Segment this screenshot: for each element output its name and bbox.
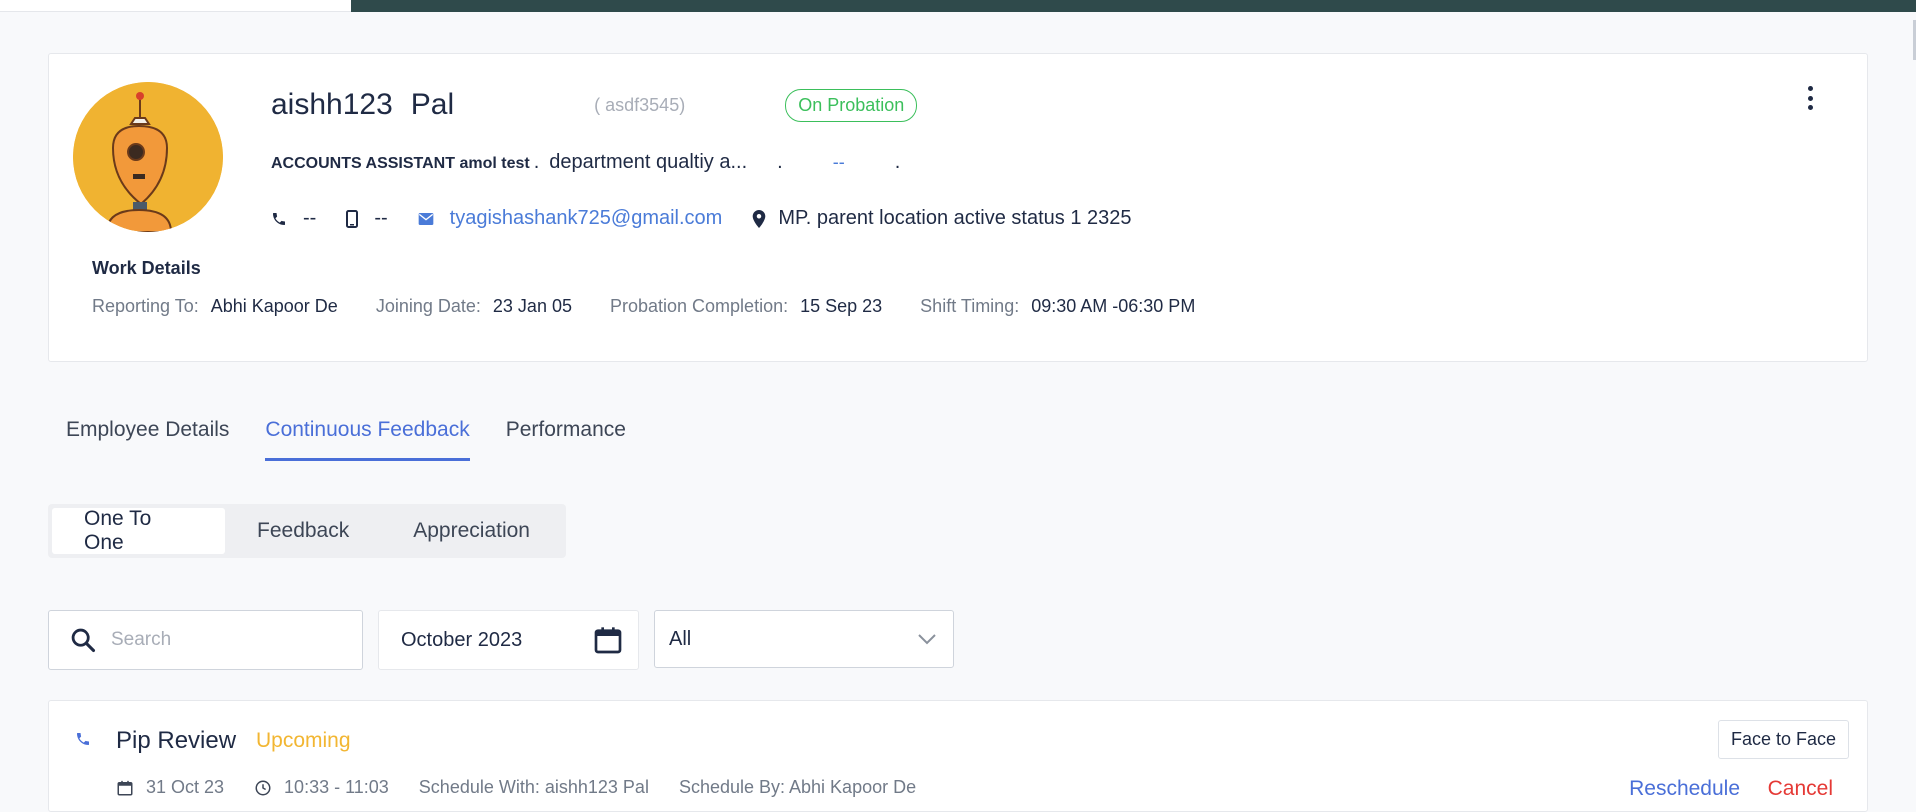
search-input[interactable] <box>111 629 341 651</box>
tab-performance[interactable]: Performance <box>506 418 626 461</box>
phone-value: -- <box>303 207 317 229</box>
email-item[interactable]: tyagishashank725@gmail.com <box>418 207 723 230</box>
probation-completion-label: Probation Completion: <box>609 296 789 316</box>
shift-timing-label: Shift Timing: <box>920 296 1020 316</box>
meeting-schedule-by: Schedule By: Abhi Kapoor De <box>678 777 917 797</box>
probation-completion-value: 15 Sep 23 <box>800 296 883 316</box>
reporting-to-label: Reporting To: <box>92 296 199 316</box>
month-picker[interactable]: October 2023 <box>378 610 639 670</box>
contact-row: -- -- tyagishashank725@gmail.com MP. par… <box>271 207 1162 230</box>
reporting-to-value: Abhi Kapoor De <box>210 296 338 316</box>
phone-item: -- <box>271 207 316 230</box>
status-badge: On Probation <box>785 88 918 122</box>
shift-timing: Shift Timing: 09:30 AM -06:30 PM <box>920 296 1195 317</box>
joining-date-label: Joining Date: <box>375 296 481 316</box>
joining-date: Joining Date: 23 Jan 05 <box>376 296 572 317</box>
reporting-to: Reporting To: Abhi Kapoor De <box>92 296 338 317</box>
extra-link[interactable]: -- <box>833 152 845 173</box>
joining-date-value: 23 Jan 05 <box>492 296 572 316</box>
mobile-value: -- <box>374 207 388 229</box>
meeting-schedule-with: Schedule With: aishh123 Pal <box>418 777 649 797</box>
tab-continuous-feedback[interactable]: Continuous Feedback <box>265 418 470 461</box>
phone-icon <box>77 733 89 745</box>
mobile-item: -- <box>346 207 388 230</box>
main-tabs: Employee Details Continuous Feedback Per… <box>66 418 662 461</box>
location-pin-icon <box>753 209 766 228</box>
location-value: MP. parent location active status 1 2325 <box>778 207 1132 229</box>
phone-icon <box>273 212 285 225</box>
meeting-date: 31 Oct 23 <box>116 777 224 798</box>
more-vertical-icon[interactable] <box>1805 86 1815 110</box>
work-details-row: Reporting To: Abhi Kapoor De Joining Dat… <box>92 296 1233 317</box>
probation-completion: Probation Completion: 15 Sep 23 <box>610 296 882 317</box>
mobile-icon <box>346 209 359 228</box>
top-bar-header <box>351 0 1916 12</box>
name-row: aishh123 Pal ( asdf3545) On Probation <box>271 88 918 122</box>
designation: ACCOUNTS ASSISTANT amol test <box>271 155 530 172</box>
employee-last-name: Pal <box>410 88 455 121</box>
meeting-type-badge: Face to Face <box>1717 720 1849 759</box>
meeting-date-value: 31 Oct 23 <box>146 777 225 797</box>
meeting-time: 10:33 - 11:03 <box>254 777 389 798</box>
department: department qualtiy a... <box>549 151 748 173</box>
search-box[interactable] <box>48 610 363 670</box>
subtab-feedback[interactable]: Feedback <box>225 508 381 554</box>
meeting-title: Pip Review <box>116 727 237 754</box>
designation-separator: . <box>533 151 540 173</box>
meeting-meta: 31 Oct 23 10:33 - 11:03 Schedule With: a… <box>116 777 946 798</box>
shift-timing-value: 09:30 AM -06:30 PM <box>1031 296 1196 316</box>
robot-avatar <box>73 82 223 232</box>
employee-first-name: aishh123 <box>271 88 393 121</box>
profile-card: Work Details aishh123 Pal ( asdf3545) On… <box>48 53 1868 362</box>
top-bar-left <box>0 0 351 12</box>
email-link[interactable]: tyagishashank725@gmail.com <box>450 207 723 230</box>
meeting-time-value: 10:33 - 11:03 <box>284 777 389 797</box>
subtab-appreciation[interactable]: Appreciation <box>381 508 562 554</box>
subtab-one-to-one[interactable]: One To One <box>52 507 226 554</box>
email-icon <box>418 212 433 225</box>
status-select-value: All <box>669 627 692 650</box>
month-value: October 2023 <box>401 628 523 651</box>
status-select[interactable]: All <box>654 610 954 668</box>
tab-employee-details[interactable]: Employee Details <box>66 418 229 461</box>
clock-icon <box>255 780 271 795</box>
search-icon <box>71 628 96 653</box>
designation-row: ACCOUNTS ASSISTANT amol test . departmen… <box>271 151 900 174</box>
meeting-status-badge: Upcoming <box>256 729 351 752</box>
reschedule-button[interactable]: Reschedule <box>1629 777 1740 801</box>
location-item: MP. parent location active status 1 2325 <box>752 207 1132 230</box>
chevron-down-icon <box>918 634 936 645</box>
feedback-type-toggle: One To One Feedback Appreciation <box>48 504 566 558</box>
extra-separator: . <box>894 151 901 173</box>
work-details-title: Work Details <box>92 258 201 278</box>
calendar-icon[interactable] <box>592 624 624 656</box>
department-separator: . <box>777 151 783 173</box>
calendar-icon <box>117 780 133 795</box>
robot-avatar-image <box>73 82 223 232</box>
employee-code: ( asdf3545) <box>594 94 686 115</box>
meeting-card: Pip Review Upcoming Face to Face 31 Oct … <box>48 700 1868 812</box>
cancel-button[interactable]: Cancel <box>1768 777 1833 801</box>
